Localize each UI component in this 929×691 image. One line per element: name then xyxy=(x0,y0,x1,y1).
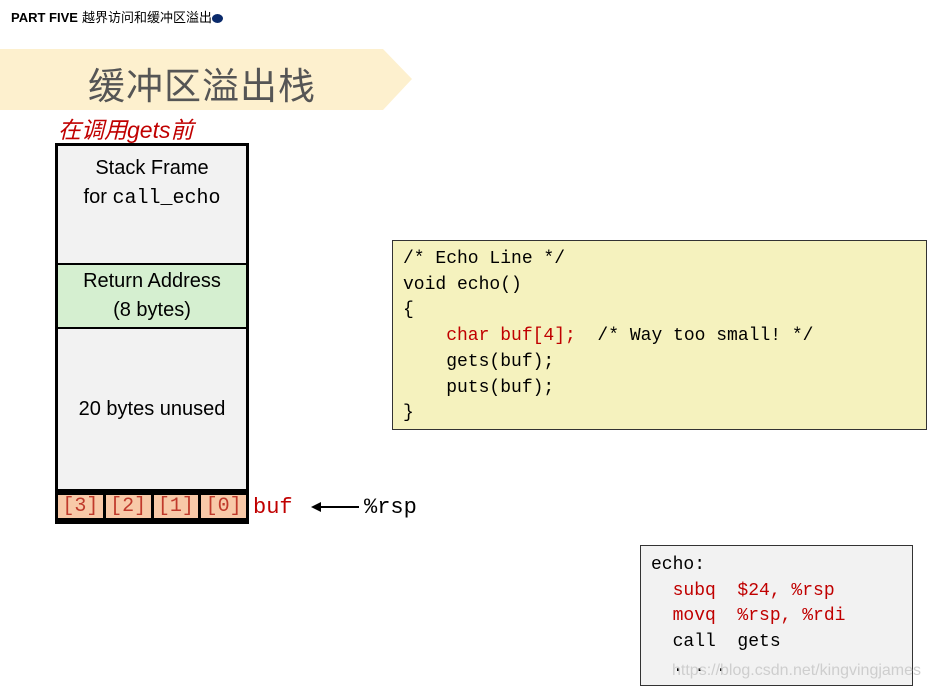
frame-line1: Stack Frame xyxy=(95,157,209,179)
buf-row: [3] [2] [1] [0] xyxy=(58,491,246,521)
arrow-left-icon xyxy=(311,502,359,512)
code-comment: /* Way too small! */ xyxy=(575,326,814,347)
part-label: PART FIVE xyxy=(11,10,78,25)
subtitle: 在调用gets前 xyxy=(58,117,194,143)
frame-line2: for call_echo xyxy=(84,183,221,213)
code-line: /* Echo Line */ xyxy=(403,249,566,269)
unused-bytes-cell: 20 bytes unused xyxy=(58,329,246,491)
code-line: char buf[4]; /* Way too small! */ xyxy=(403,324,916,350)
asm-line: echo: xyxy=(651,555,706,575)
stack-diagram: Stack Frame for call_echo Return Address… xyxy=(55,143,249,524)
slide-title: 缓冲区溢出栈 xyxy=(88,66,316,107)
watermark: https://blog.csdn.net/kingvingjames xyxy=(672,662,922,679)
frame-func: call_echo xyxy=(112,187,221,210)
return-line1: Return Address xyxy=(83,270,221,292)
c-code-box: /* Echo Line */ void echo() { char buf[4];… xyxy=(392,240,927,430)
asm-line: movq %rsp, %rdi xyxy=(651,606,846,626)
buf-cell: [0] xyxy=(201,494,246,518)
return-address-cell: Return Address (8 bytes) xyxy=(58,265,246,329)
buf-cell: [3] xyxy=(58,494,103,518)
buf-cell: [1] xyxy=(153,494,199,518)
section-header: PART FIVE 越界访问和缓冲区溢出 xyxy=(11,7,223,26)
code-line: { xyxy=(403,300,414,321)
rsp-label: %rsp xyxy=(364,495,417,520)
buf-label: buf xyxy=(253,495,293,520)
dot-icon xyxy=(211,14,223,24)
code-line: void echo() xyxy=(403,274,522,295)
code-line: puts(buf); xyxy=(403,377,555,398)
code-line: gets(buf); xyxy=(403,351,555,372)
asm-line: subq $24, %rsp xyxy=(651,580,835,601)
caller-stack-frame: Stack Frame for call_echo xyxy=(58,146,246,265)
section-label: 越界访问和缓冲区溢出 xyxy=(81,10,212,25)
return-line2: (8 bytes) xyxy=(113,299,191,321)
buf-declaration: char buf[4]; xyxy=(403,326,576,347)
code-line: } xyxy=(403,403,414,424)
frame-for: for xyxy=(83,186,113,208)
asm-line: call gets xyxy=(651,631,781,652)
buf-cell: [2] xyxy=(105,494,151,518)
